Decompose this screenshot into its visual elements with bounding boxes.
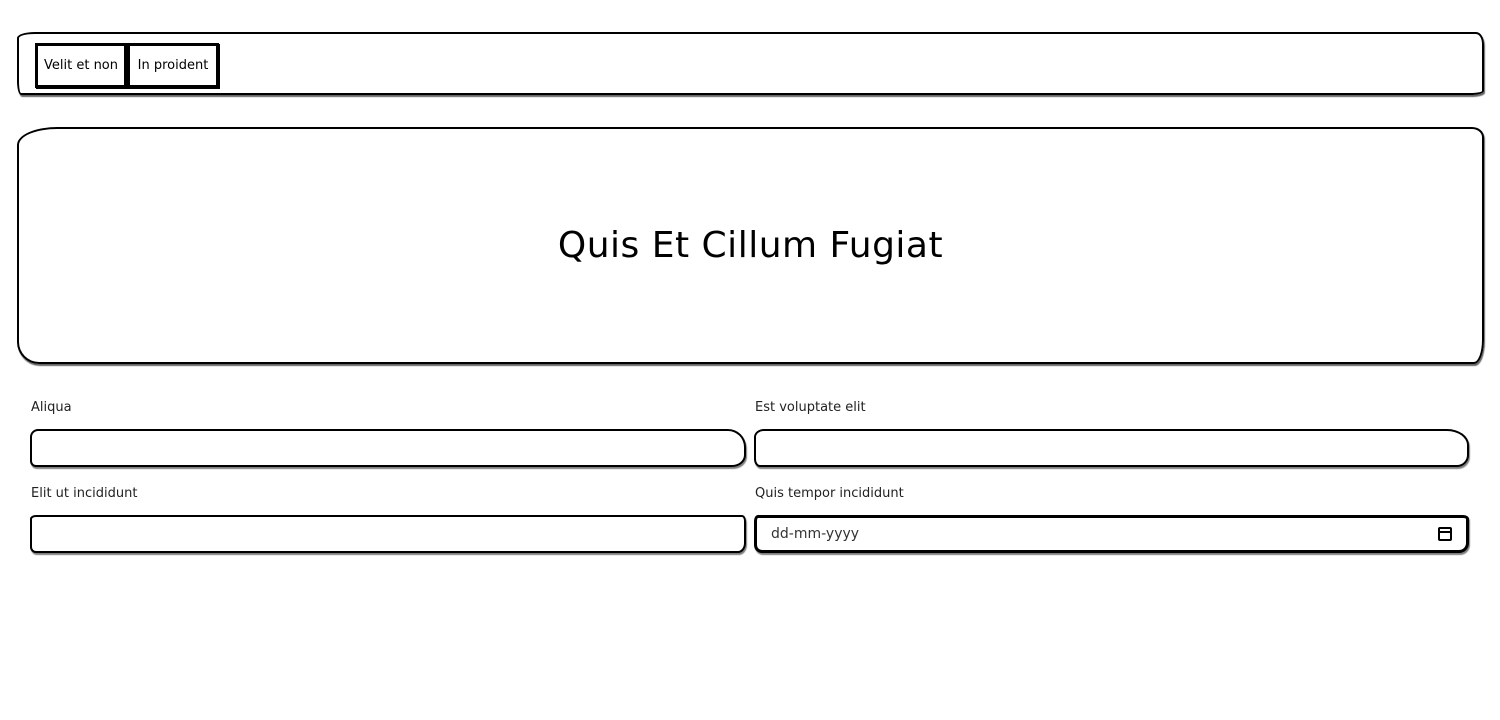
quis-tempor-incididunt-date-input[interactable]: dd-mm-yyyy (754, 515, 1469, 553)
est-voluptate-elit-input[interactable] (754, 429, 1469, 467)
aliqua-label: Aliqua (31, 400, 72, 415)
hero-banner: Quis Et Cillum Fugiat (17, 127, 1484, 364)
est-voluptate-elit-label: Est voluptate elit (755, 400, 866, 415)
hero-title: Quis Et Cillum Fugiat (557, 225, 944, 266)
quis-tempor-incididunt-label: Quis tempor incididunt (755, 486, 904, 501)
nav-button-in-proident[interactable]: In proident (127, 43, 219, 88)
aliqua-input[interactable] (30, 429, 746, 467)
elit-ut-incididunt-input[interactable] (30, 515, 746, 553)
calendar-icon[interactable] (1438, 527, 1452, 541)
elit-ut-incididunt-label: Elit ut incididunt (31, 486, 138, 501)
date-placeholder: dd-mm-yyyy (771, 526, 860, 542)
nav-button-velit-et-non[interactable]: Velit et non (35, 43, 127, 88)
top-nav: Velit et non In proident (17, 32, 1484, 95)
